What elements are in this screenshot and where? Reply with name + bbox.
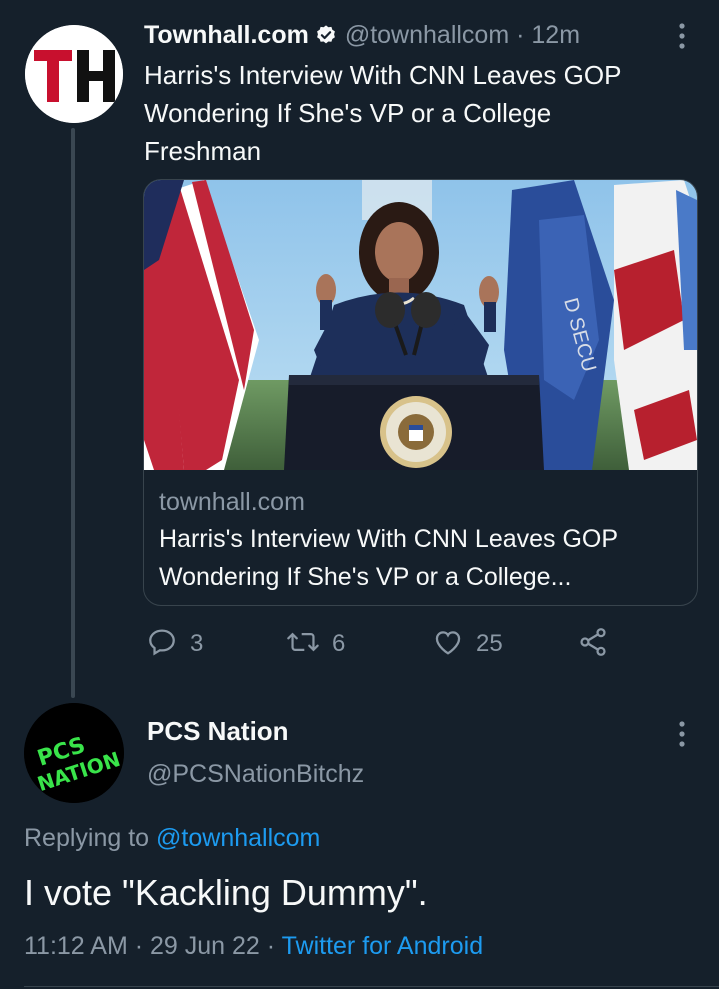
tweet-client-link[interactable]: Twitter for Android: [282, 932, 483, 960]
dot-separator: ·: [516, 20, 525, 49]
verified-badge-icon: [315, 24, 337, 46]
reply-author-display-name[interactable]: PCS Nation: [147, 716, 289, 747]
author-handle-and-time: @townhallcom · 12m: [345, 21, 580, 50]
townhall-avatar[interactable]: [25, 25, 123, 123]
reply-more-options-icon[interactable]: [671, 718, 693, 750]
retweet-icon: [286, 626, 320, 663]
replying-to-line: Replying to @townhallcom: [24, 824, 320, 853]
tweet-timestamp[interactable]: 12m: [531, 21, 580, 49]
pcs-nation-logo-icon: PCS NATION: [24, 703, 124, 803]
reply-date[interactable]: 29 Jun 22: [150, 932, 260, 960]
retweet-count: 6: [332, 630, 346, 657]
tweet-screen: Townhall.com @townhallcom · 12m Harris's…: [0, 0, 719, 989]
press-conference-photo: D SECU: [144, 180, 697, 470]
meta-separator: ·: [266, 932, 276, 960]
townhall-logo-icon: [25, 25, 123, 123]
like-button[interactable]: 25: [432, 624, 503, 664]
divider: [24, 986, 719, 987]
card-domain: townhall.com: [159, 488, 305, 516]
more-options-icon[interactable]: [671, 20, 693, 52]
parent-tweet-text: Harris's Interview With CNN Leaves GOP W…: [144, 60, 621, 166]
replying-to-label: Replying to: [24, 824, 150, 852]
pcs-nation-avatar[interactable]: PCS NATION: [24, 703, 124, 803]
card-image[interactable]: D SECU: [144, 180, 697, 470]
reply-count: 3: [190, 630, 204, 657]
like-count: 25: [476, 630, 503, 657]
reply-button[interactable]: 3: [146, 624, 203, 664]
reply-metadata: 11:12 AM · 29 Jun 22 · Twitter for Andro…: [24, 932, 483, 961]
reply-tweet-text: I vote "Kackling Dummy".: [24, 872, 428, 913]
author-handle[interactable]: @townhallcom: [345, 21, 509, 49]
reply-icon: [146, 626, 178, 663]
heart-icon: [432, 626, 464, 663]
meta-separator: ·: [134, 932, 144, 960]
share-button[interactable]: [577, 624, 609, 664]
reply-time[interactable]: 11:12 AM: [24, 932, 128, 960]
card-title: Harris's Interview With CNN Leaves GOP W…: [159, 525, 618, 591]
link-preview-card[interactable]: D SECU townhall.com Harris's Interview W…: [143, 179, 698, 606]
author-display-name[interactable]: Townhall.com: [144, 21, 309, 50]
reply-author-handle[interactable]: @PCSNationBitchz: [147, 760, 364, 789]
retweet-button[interactable]: 6: [286, 624, 345, 664]
parent-tweet-header: Townhall.com @townhallcom · 12m: [144, 18, 719, 52]
share-icon: [577, 626, 609, 663]
replying-to-mention[interactable]: @townhallcom: [156, 824, 320, 852]
thread-connector-line: [71, 128, 75, 698]
